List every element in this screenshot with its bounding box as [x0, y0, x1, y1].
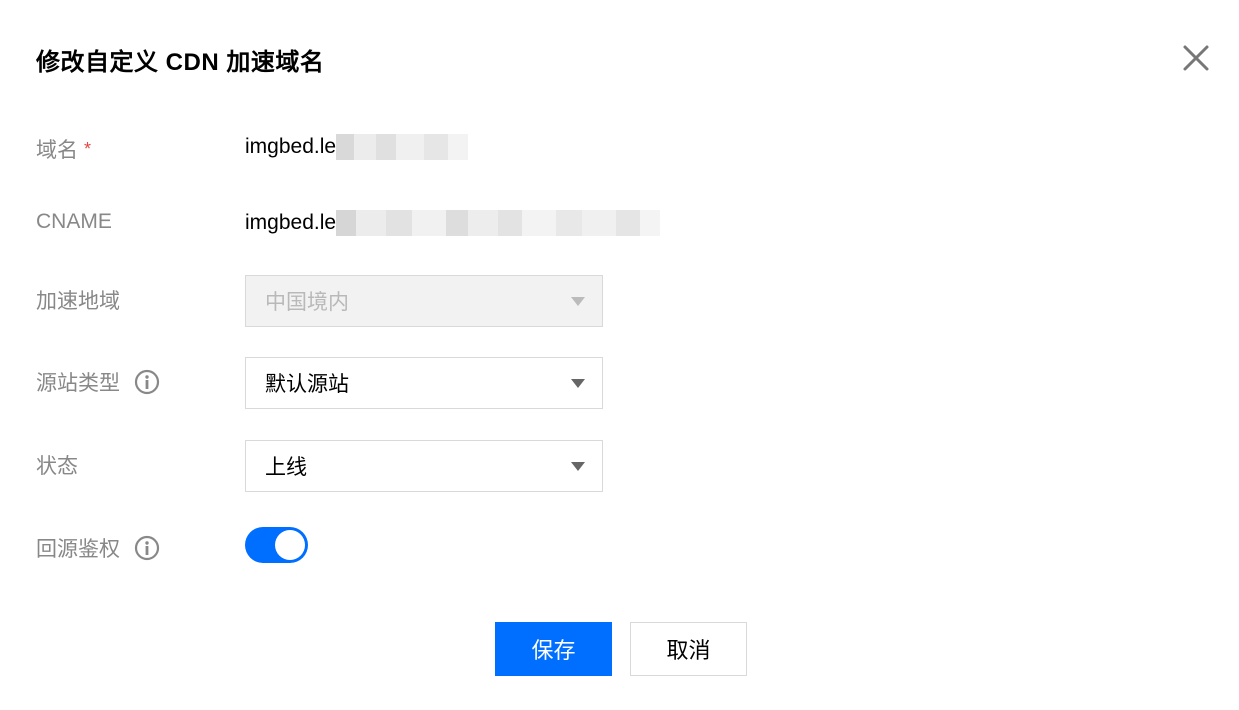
region-select-value: 中国境内: [265, 291, 349, 314]
chevron-down-icon: [571, 462, 585, 471]
cancel-button[interactable]: 取消: [630, 622, 747, 676]
status-select-value: 上线: [265, 456, 307, 479]
close-icon[interactable]: [1180, 42, 1212, 74]
redacted-blur: [336, 210, 661, 236]
origin-auth-toggle[interactable]: [245, 527, 308, 563]
dialog-title: 修改自定义 CDN 加速域名: [36, 49, 325, 76]
chevron-down-icon: [571, 297, 585, 306]
save-button[interactable]: 保存: [495, 622, 612, 676]
cname-value-text: imgbed.le: [245, 211, 337, 234]
origin-type-select[interactable]: 默认源站: [245, 357, 603, 409]
origin-auth-label: 回源鉴权: [36, 533, 160, 563]
origin-type-label-text: 源站类型: [36, 372, 120, 395]
domain-label: 域名 *: [36, 134, 91, 164]
chevron-down-icon: [571, 379, 585, 388]
domain-label-text: 域名: [36, 139, 78, 162]
cname-value: imgbed.le: [245, 210, 661, 236]
region-select: 中国境内: [245, 275, 603, 327]
cname-label: CNAME: [36, 210, 112, 233]
domain-value: imgbed.le: [245, 134, 469, 160]
status-select[interactable]: 上线: [245, 440, 603, 492]
origin-type-label: 源站类型: [36, 367, 160, 397]
edit-cdn-domain-dialog: 修改自定义 CDN 加速域名 域名 * imgbed.le CNAME imgb…: [0, 0, 1239, 710]
toggle-knob: [275, 530, 305, 560]
domain-value-text: imgbed.le: [245, 135, 337, 158]
origin-type-select-value: 默认源站: [265, 373, 349, 396]
required-mark: *: [84, 138, 92, 159]
origin-auth-label-text: 回源鉴权: [36, 538, 120, 561]
redacted-blur: [336, 134, 469, 160]
info-icon[interactable]: [134, 369, 160, 395]
info-icon[interactable]: [134, 535, 160, 561]
region-label: 加速地域: [36, 290, 120, 313]
status-label: 状态: [36, 455, 78, 478]
